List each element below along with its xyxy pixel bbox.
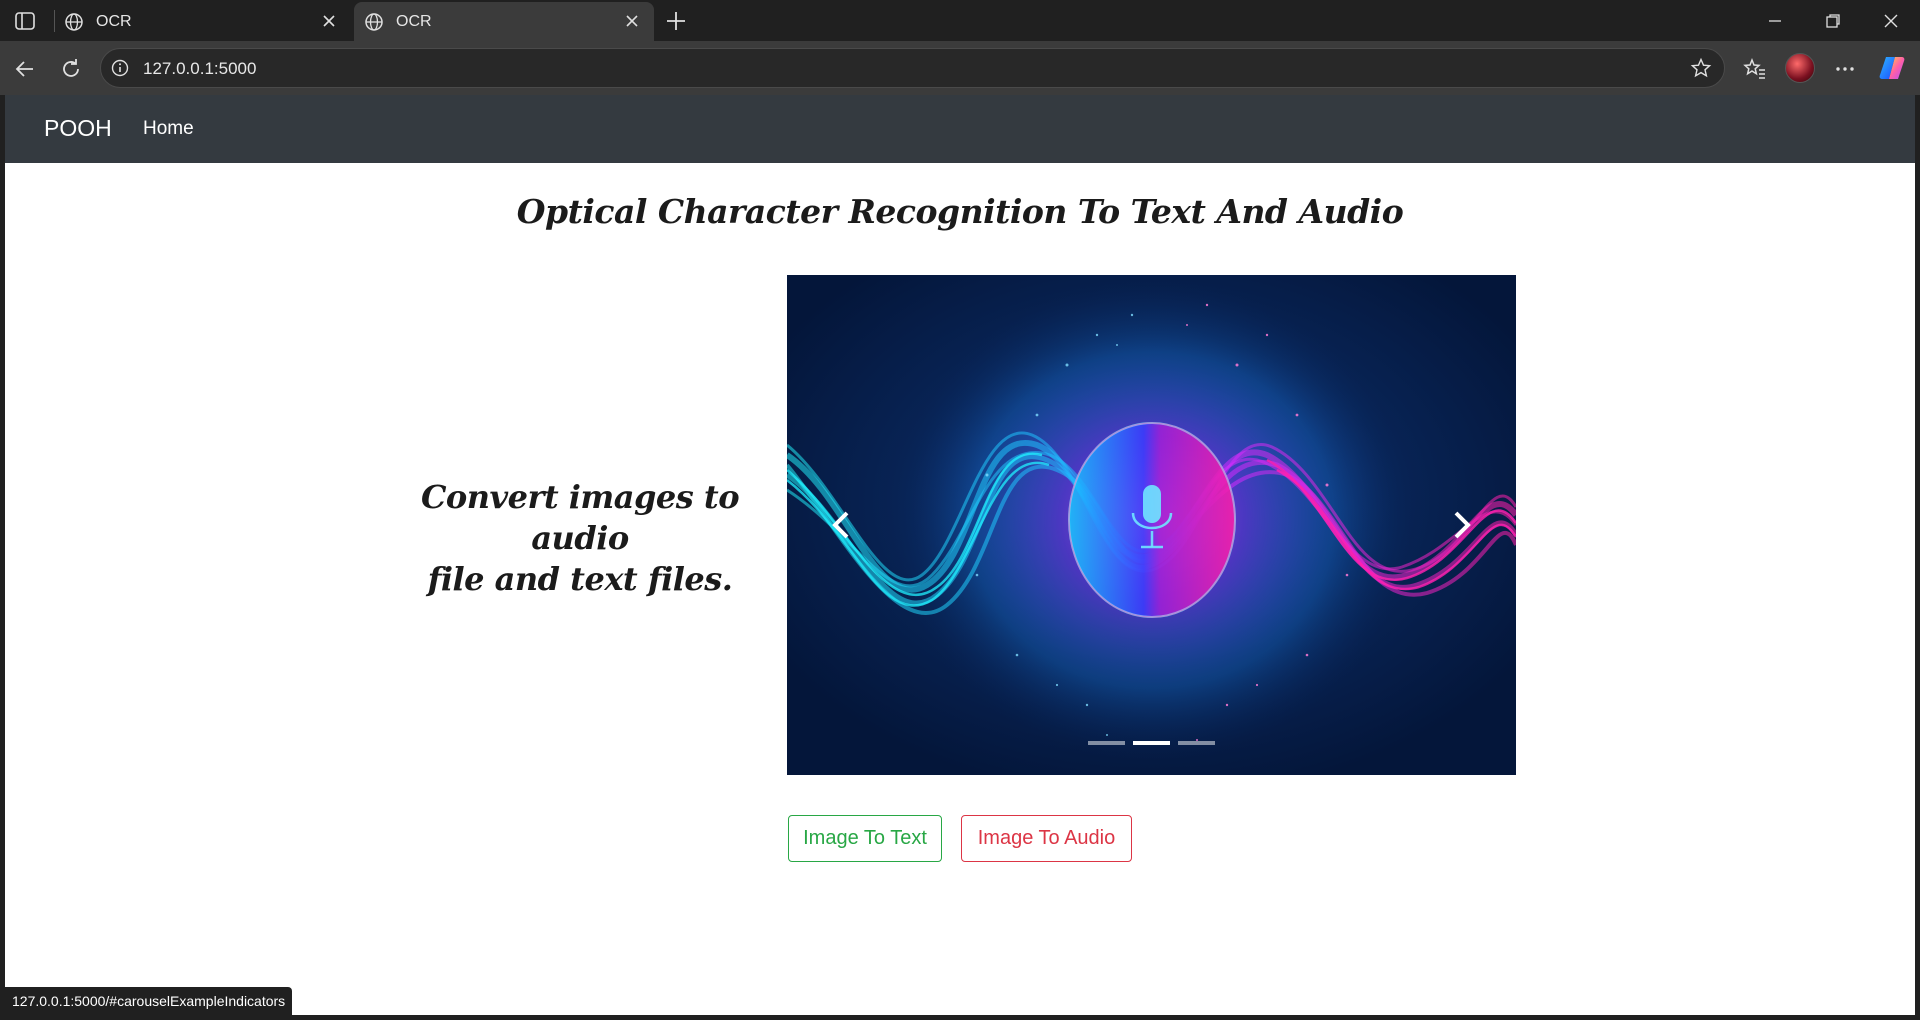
tagline-line-1: Convert images to audio	[420, 478, 740, 557]
tab-strip: OCR OCR	[0, 0, 1920, 41]
new-tab-icon[interactable]	[663, 8, 689, 34]
favorite-star-icon[interactable]	[1690, 57, 1712, 79]
window-close-icon[interactable]	[1878, 8, 1904, 34]
close-icon[interactable]	[319, 11, 339, 31]
address-bar[interactable]: 127.0.0.1:5000	[100, 48, 1725, 88]
minimize-icon[interactable]	[1762, 8, 1788, 34]
navbar-brand[interactable]: POOH	[44, 115, 112, 142]
copilot-icon[interactable]	[1878, 54, 1906, 82]
close-icon[interactable]	[622, 11, 642, 31]
info-icon[interactable]	[111, 59, 129, 77]
favorites-icon[interactable]	[1741, 55, 1769, 83]
tab-ocr-1[interactable]: OCR	[54, 2, 351, 41]
globe-icon	[65, 13, 83, 31]
more-options-icon[interactable]	[1831, 55, 1859, 83]
window-frame-left	[0, 95, 5, 1020]
window-frame-bottom	[0, 1015, 1920, 1020]
tab-actions-icon[interactable]	[10, 9, 40, 33]
image-to-text-button[interactable]: Image To Text	[788, 815, 942, 862]
carousel-indicators	[787, 741, 1516, 745]
browser-toolbar: 127.0.0.1:5000	[0, 41, 1920, 95]
carousel-indicator-3[interactable]	[1178, 741, 1215, 745]
tab-title: OCR	[96, 13, 132, 30]
site-navbar: POOH Home	[5, 95, 1915, 163]
globe-icon	[365, 13, 383, 31]
carousel-indicator-1[interactable]	[1088, 741, 1125, 745]
hero-tagline: Convert images to audio file and text fi…	[400, 477, 760, 600]
tab-title: OCR	[396, 13, 432, 30]
image-carousel	[787, 275, 1516, 775]
url-text: 127.0.0.1:5000	[143, 59, 257, 78]
image-to-audio-button[interactable]: Image To Audio	[961, 815, 1132, 862]
page-title: Optical Character Recognition To Text An…	[516, 192, 1404, 231]
carousel-prev-icon[interactable]	[827, 505, 857, 545]
link-status-bar: 127.0.0.1:5000/#carouselExampleIndicator…	[5, 987, 293, 1015]
profile-avatar[interactable]	[1785, 53, 1815, 83]
carousel-next-icon[interactable]	[1446, 505, 1476, 545]
carousel-slide-image	[787, 275, 1516, 775]
carousel-indicator-2[interactable]	[1133, 741, 1170, 745]
refresh-icon[interactable]	[57, 55, 85, 83]
window-frame-right	[1915, 95, 1920, 1020]
page-viewport: POOH Home Optical Character Recognition …	[5, 95, 1915, 1015]
tab-ocr-2[interactable]: OCR	[354, 2, 654, 41]
restore-icon[interactable]	[1820, 8, 1846, 34]
nav-link-home[interactable]: Home	[143, 118, 194, 140]
tagline-line-2: file and text files.	[427, 560, 733, 598]
back-icon[interactable]	[11, 55, 39, 83]
